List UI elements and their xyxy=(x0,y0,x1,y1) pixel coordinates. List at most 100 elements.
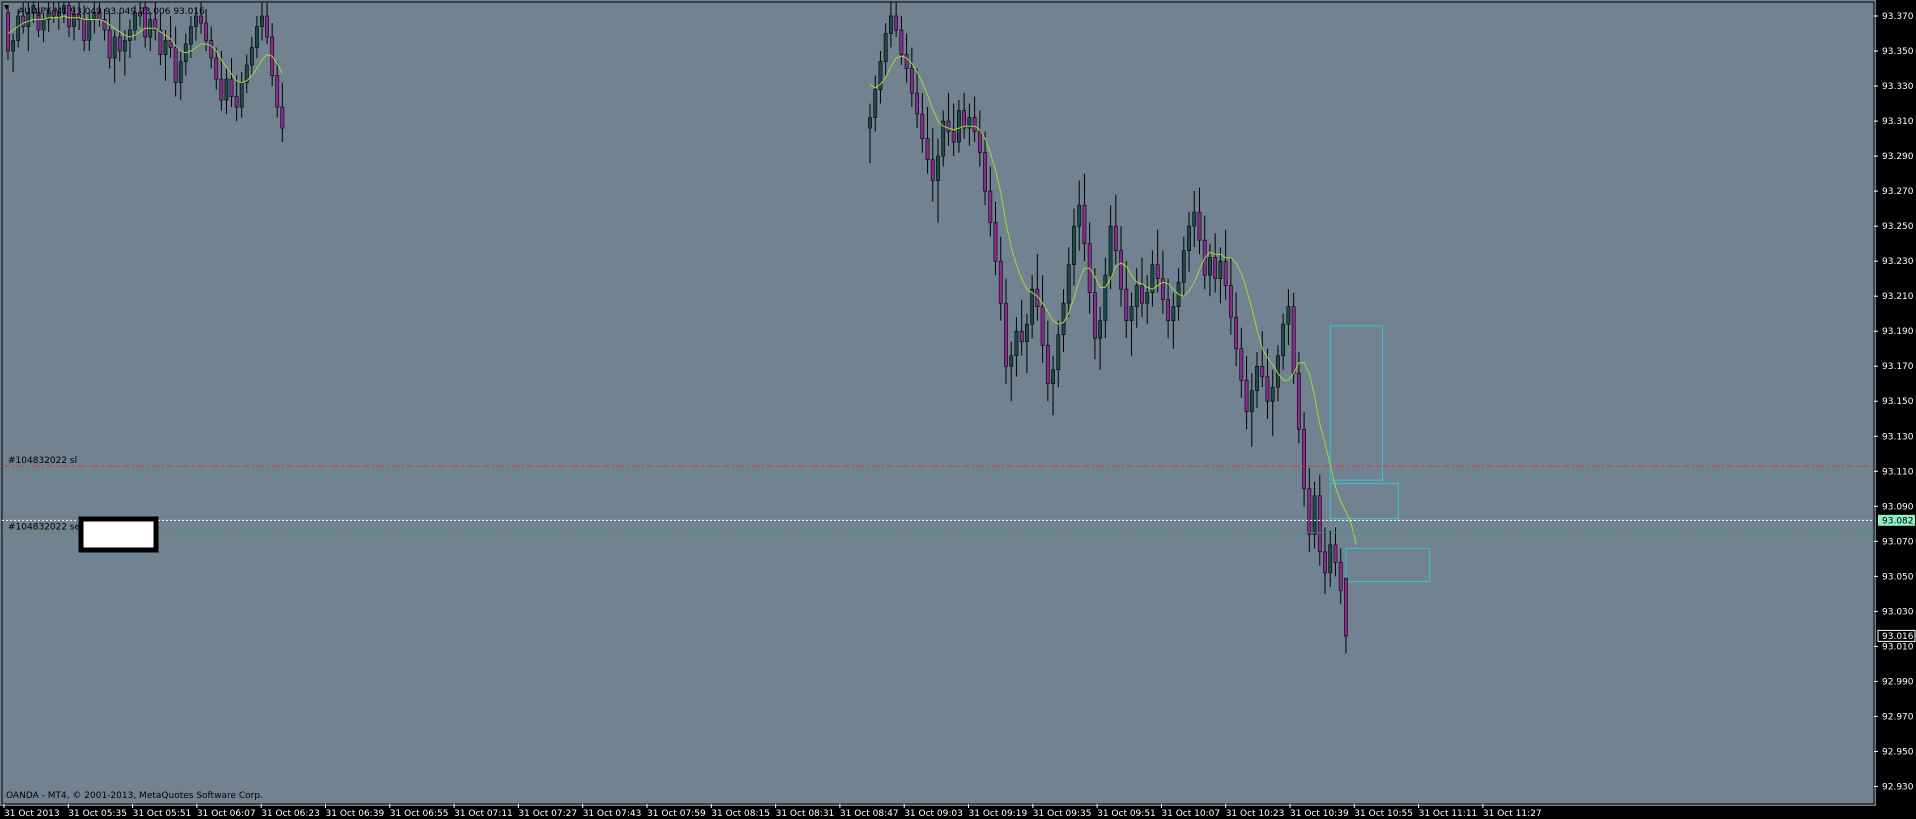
time-tick-label: 31 Oct 07:11 xyxy=(454,809,513,819)
candle-body xyxy=(87,19,92,41)
candle-body xyxy=(1014,330,1019,357)
candle-body xyxy=(1244,379,1249,413)
price-tick-label: 93.090 xyxy=(1882,502,1914,512)
candle-body xyxy=(1249,390,1254,413)
time-tick-label: 31 Oct 05:35 xyxy=(68,809,127,819)
candle-body xyxy=(1228,285,1233,318)
candle-body xyxy=(972,117,977,132)
price-tick-label: 93.010 xyxy=(1882,642,1914,652)
candle-body xyxy=(946,120,951,132)
candle-body xyxy=(11,40,15,52)
candle-body xyxy=(234,96,239,108)
candle-body xyxy=(1166,299,1171,321)
candle-body xyxy=(249,47,254,66)
candle-body xyxy=(894,15,899,31)
candle-body xyxy=(21,15,26,27)
time-tick-label: 31 Oct 11:11 xyxy=(1419,809,1478,819)
order-label-box[interactable] xyxy=(78,516,159,553)
time-tick-label: 31 Oct 06:23 xyxy=(261,809,320,819)
price-tick-label: 93.370 xyxy=(1882,12,1914,22)
candle-body xyxy=(1066,264,1071,304)
time-tick-label: 31 Oct 08:15 xyxy=(711,809,770,819)
candle-body xyxy=(1223,260,1228,286)
candle-body xyxy=(178,61,183,83)
price-tick-label: 93.270 xyxy=(1882,187,1914,197)
time-tick-label: 31 Oct 09:03 xyxy=(904,809,963,819)
candle-body xyxy=(1213,257,1218,279)
candle-body xyxy=(889,15,893,34)
candle-body xyxy=(199,15,203,24)
candle-body xyxy=(1124,288,1129,321)
candle-body xyxy=(936,155,940,181)
candle-body xyxy=(1187,225,1191,251)
candle-body xyxy=(1218,260,1223,279)
copyright-label: OANDA - MT4, © 2001-2013, MetaQuotes Sof… xyxy=(6,791,263,801)
candle-body xyxy=(993,222,998,262)
candle-body xyxy=(1323,551,1327,574)
candle-body xyxy=(962,110,967,129)
time-tick-label: 31 Oct 06:39 xyxy=(326,809,385,819)
price-tick-label: 92.950 xyxy=(1882,747,1914,757)
candle-body xyxy=(107,29,112,59)
price-tick-label: 93.070 xyxy=(1882,537,1914,547)
candle-body xyxy=(229,78,234,97)
candle-body xyxy=(275,75,280,108)
last-price-label: 93.016 xyxy=(1882,632,1914,642)
price-tick-label: 93.350 xyxy=(1882,47,1914,57)
candle-body xyxy=(204,22,209,41)
candle-body xyxy=(1134,285,1139,307)
candle-body xyxy=(1171,306,1176,321)
mt4-chart-window[interactable]: #104832022 sl #104832022 sell AUDJPY,M1 … xyxy=(0,0,1916,819)
candle-body xyxy=(1239,348,1244,381)
candle-body xyxy=(1208,257,1212,276)
candle-body xyxy=(1317,495,1322,553)
candle-body xyxy=(1192,211,1197,227)
price-tick-label: 93.110 xyxy=(1882,467,1914,477)
time-tick-label: 31 Oct 10:55 xyxy=(1354,809,1413,819)
candle-body xyxy=(265,15,269,38)
candle-body xyxy=(1072,225,1076,265)
candle-body xyxy=(6,12,10,52)
candle-body xyxy=(1129,306,1134,321)
candle-body xyxy=(1061,302,1066,336)
price-tick-label: 92.930 xyxy=(1882,782,1914,792)
candle-body xyxy=(915,92,919,115)
candle-body xyxy=(209,40,214,59)
candle-body xyxy=(168,40,173,48)
candle-body xyxy=(1307,488,1312,535)
candle-body xyxy=(1030,288,1035,325)
candle-body xyxy=(1328,544,1333,574)
candle-body xyxy=(1009,355,1014,367)
candle-body xyxy=(1040,306,1045,346)
candle-body xyxy=(873,89,878,118)
candle-body xyxy=(983,152,987,192)
candle-body xyxy=(1119,250,1123,290)
price-tick-label: 93.130 xyxy=(1882,432,1914,442)
candle-body xyxy=(173,47,178,83)
candle-body xyxy=(868,117,872,129)
candle-body xyxy=(1140,285,1144,304)
candle-body xyxy=(1197,211,1202,241)
candle-body xyxy=(194,15,198,27)
candle-body xyxy=(112,36,117,59)
candlestick-chart[interactable]: #104832022 sl #104832022 sell AUDJPY,M1 … xyxy=(0,0,1916,819)
candle-body xyxy=(1281,323,1286,357)
time-tick-label: 31 Oct 09:51 xyxy=(1097,809,1156,819)
candle-body xyxy=(82,19,87,41)
candle-body xyxy=(1056,334,1061,371)
candle-body xyxy=(128,29,132,41)
candle-body xyxy=(1045,344,1050,385)
time-tick-label: 31 Oct 09:35 xyxy=(1033,809,1092,819)
candle-body xyxy=(925,138,930,160)
candle-body xyxy=(1265,376,1270,402)
candle-body xyxy=(930,159,935,181)
candle-body xyxy=(1019,330,1024,343)
candle-body xyxy=(1255,365,1259,392)
candle-body xyxy=(1025,323,1029,343)
candle-body xyxy=(117,36,122,52)
candle-body xyxy=(122,40,127,52)
time-tick-label: 31 Oct 08:31 xyxy=(776,809,835,819)
candle-body xyxy=(1260,365,1265,378)
price-tick-label: 93.030 xyxy=(1882,607,1914,617)
candle-body xyxy=(1333,544,1338,563)
